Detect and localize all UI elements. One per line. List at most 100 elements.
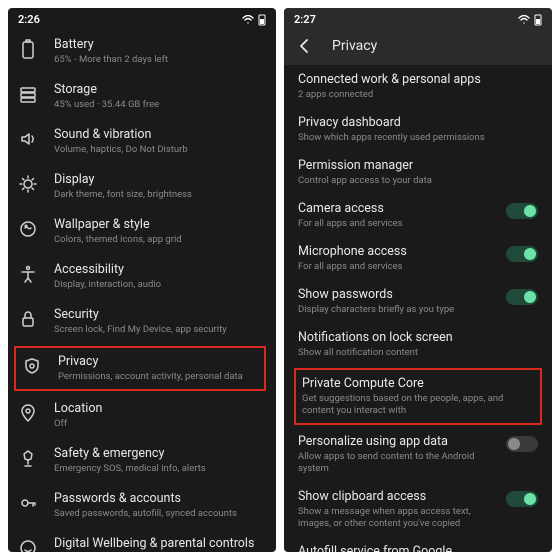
settings-row-battery[interactable]: Battery 65% - More than 2 days left	[12, 29, 272, 74]
row-subtitle: For all apps and services	[298, 217, 496, 230]
back-icon[interactable]	[296, 37, 314, 55]
row-subtitle: 2 apps connected	[298, 88, 538, 101]
row-subtitle: Permissions, account activity, personal …	[58, 370, 260, 383]
row-subtitle: Dark theme, font size, brightness	[54, 188, 268, 201]
row-subtitle: Display characters briefly as you type	[298, 303, 496, 316]
row-subtitle: Volume, haptics, Do Not Disturb	[54, 143, 268, 156]
highlight-box: Privacy Permissions, account activity, p…	[14, 346, 266, 391]
row-title: Privacy dashboard	[298, 115, 538, 131]
row-subtitle: Control app access to your data	[298, 174, 538, 187]
privacy-screen: 2:27 Privacy Connected work & personal a…	[284, 8, 552, 552]
row-title: Security	[54, 307, 268, 323]
toggle-switch[interactable]	[506, 436, 538, 452]
settings-row-sound[interactable]: Sound & vibration Volume, haptics, Do No…	[12, 119, 272, 164]
row-subtitle: Off	[54, 417, 268, 430]
settings-row-safety[interactable]: Safety & emergency Emergency SOS, medica…	[12, 438, 272, 483]
row-title: Private Compute Core	[302, 376, 534, 392]
settings-row-storage[interactable]: Storage 45% used · 35.44 GB free	[12, 74, 272, 119]
row-title: Battery	[54, 37, 268, 53]
status-icons	[242, 14, 266, 26]
screen-header: Privacy	[284, 29, 552, 65]
security-icon	[16, 307, 40, 329]
row-title: Passwords & accounts	[54, 491, 268, 507]
privacy-row[interactable]: Show clipboard access Show a message whe…	[292, 482, 544, 537]
storage-icon	[16, 82, 40, 104]
privacy-row[interactable]: Permission manager Control app access to…	[292, 151, 544, 194]
row-subtitle: Saved passwords, autofill, synced accoun…	[54, 507, 268, 520]
privacy-row[interactable]: Private Compute Core Get suggestions bas…	[298, 374, 538, 419]
row-title: Camera access	[298, 201, 496, 217]
privacy-icon	[20, 354, 44, 376]
row-subtitle: Show all notification content	[298, 346, 538, 359]
settings-row-display[interactable]: Display Dark theme, font size, brightnes…	[12, 164, 272, 209]
battery-icon	[16, 37, 40, 59]
status-icons	[518, 14, 542, 26]
row-title: Storage	[54, 82, 268, 98]
status-bar: 2:26	[8, 8, 276, 29]
privacy-row[interactable]: Autofill service from Google	[292, 537, 544, 552]
toggle-switch[interactable]	[506, 246, 538, 262]
wellbeing-icon	[16, 536, 40, 552]
sound-icon	[16, 127, 40, 149]
settings-screen: 2:26 Battery 65% - More than 2 days left…	[8, 8, 276, 552]
privacy-row[interactable]: Microphone access For all apps and servi…	[292, 237, 544, 280]
clock: 2:27	[294, 13, 316, 26]
row-title: Permission manager	[298, 158, 538, 174]
row-subtitle: Screen lock, Find My Device, app securit…	[54, 323, 268, 336]
row-title: Show passwords	[298, 287, 496, 303]
row-title: Sound & vibration	[54, 127, 268, 143]
toggle-switch[interactable]	[506, 491, 538, 507]
privacy-row[interactable]: Camera access For all apps and services	[292, 194, 544, 237]
settings-row-privacy[interactable]: Privacy Permissions, account activity, p…	[18, 354, 262, 383]
clock: 2:26	[18, 13, 40, 26]
row-subtitle: Show which apps recently used permission…	[298, 131, 538, 144]
privacy-row[interactable]: Show passwords Display characters briefl…	[292, 280, 544, 323]
settings-row-wellbeing[interactable]: Digital Wellbeing & parental controls	[12, 528, 272, 552]
settings-row-accessibility[interactable]: Accessibility Display, interaction, audi…	[12, 254, 272, 299]
battery-status-icon	[534, 14, 542, 26]
row-title: Privacy	[58, 354, 260, 370]
row-subtitle: 45% used · 35.44 GB free	[54, 98, 268, 111]
toggle-switch[interactable]	[506, 203, 538, 219]
status-bar: 2:27	[284, 8, 552, 29]
settings-row-passwords[interactable]: Passwords & accounts Saved passwords, au…	[12, 483, 272, 528]
screen-title: Privacy	[332, 38, 377, 54]
row-title: Show clipboard access	[298, 489, 496, 505]
row-title: Microphone access	[298, 244, 496, 260]
row-subtitle: Show a message when apps access text, im…	[298, 505, 496, 530]
row-title: Autofill service from Google	[298, 544, 538, 552]
row-subtitle: For all apps and services	[298, 260, 496, 273]
highlight-box: Private Compute Core Get suggestions bas…	[294, 368, 542, 425]
row-subtitle: Allow apps to send content to the Androi…	[298, 450, 496, 475]
row-title: Connected work & personal apps	[298, 72, 538, 88]
row-subtitle: 65% - More than 2 days left	[54, 53, 268, 66]
settings-row-wallpaper[interactable]: Wallpaper & style Colors, themed icons, …	[12, 209, 272, 254]
row-subtitle: Get suggestions based on the people, app…	[302, 392, 534, 417]
row-title: Personalize using app data	[298, 434, 496, 450]
wifi-icon	[242, 15, 254, 25]
row-title: Digital Wellbeing & parental controls	[54, 536, 268, 552]
row-title: Display	[54, 172, 268, 188]
privacy-row[interactable]: Notifications on lock screen Show all no…	[292, 323, 544, 366]
settings-row-location[interactable]: Location Off	[12, 393, 272, 438]
display-icon	[16, 172, 40, 194]
battery-status-icon	[258, 14, 266, 26]
row-title: Notifications on lock screen	[298, 330, 538, 346]
settings-row-security[interactable]: Security Screen lock, Find My Device, ap…	[12, 299, 272, 344]
safety-icon	[16, 446, 40, 468]
location-icon	[16, 401, 40, 423]
wifi-icon	[518, 15, 530, 25]
row-title: Safety & emergency	[54, 446, 268, 462]
row-title: Wallpaper & style	[54, 217, 268, 233]
row-subtitle: Display, interaction, audio	[54, 278, 268, 291]
accessibility-icon	[16, 262, 40, 284]
row-title: Location	[54, 401, 268, 417]
toggle-switch[interactable]	[506, 289, 538, 305]
privacy-row[interactable]: Connected work & personal apps 2 apps co…	[292, 65, 544, 108]
row-title: Accessibility	[54, 262, 268, 278]
passwords-icon	[16, 491, 40, 513]
privacy-row[interactable]: Personalize using app data Allow apps to…	[292, 427, 544, 482]
privacy-row[interactable]: Privacy dashboard Show which apps recent…	[292, 108, 544, 151]
row-subtitle: Colors, themed icons, app grid	[54, 233, 268, 246]
wallpaper-icon	[16, 217, 40, 239]
